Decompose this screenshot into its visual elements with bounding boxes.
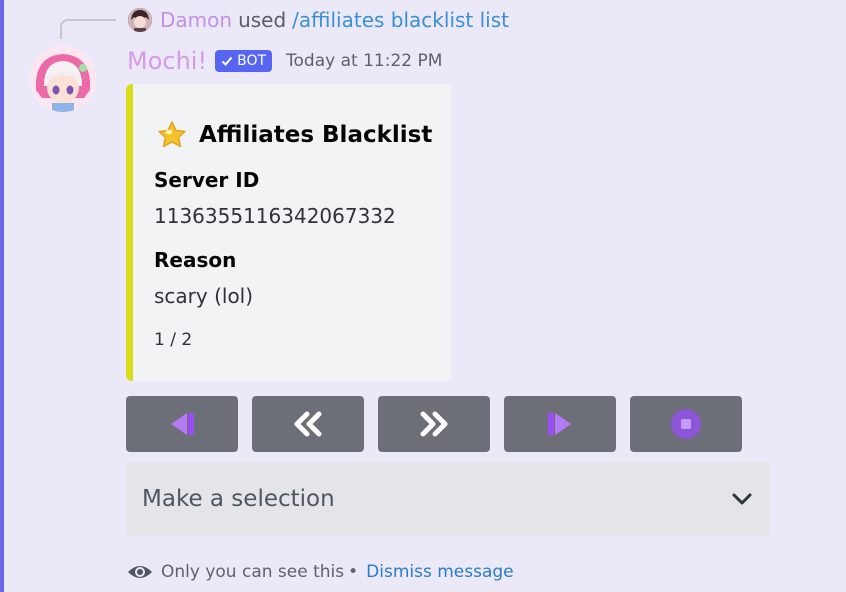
separator-dot: • — [348, 562, 359, 582]
embed-card: Affiliates Blacklist Server ID 113635511… — [126, 84, 451, 381]
double-chevron-right-icon — [420, 411, 448, 437]
bot-avatar[interactable] — [30, 46, 96, 112]
stop-button[interactable] — [630, 396, 742, 452]
eye-icon — [127, 562, 153, 582]
field-name-reason: Reason — [154, 248, 237, 272]
bot-badge: BOT — [215, 50, 273, 72]
field-name-server-id: Server ID — [154, 168, 260, 192]
chevron-down-icon — [732, 493, 752, 505]
double-chevron-left-icon — [294, 411, 322, 437]
reply-context[interactable]: Damon used /affiliates blacklist list — [128, 6, 509, 34]
reply-username[interactable]: Damon — [160, 8, 232, 32]
bot-badge-label: BOT — [237, 53, 267, 69]
message-timestamp: Today at 11:22 PM — [286, 51, 443, 71]
field-value-server-id: 1136355116342067332 — [154, 204, 396, 228]
ephemeral-text: Only you can see this — [161, 562, 345, 582]
embed-title-row: Affiliates Blacklist — [155, 118, 432, 152]
first-page-button[interactable] — [126, 396, 238, 452]
user-avatar[interactable] — [128, 8, 152, 32]
embed-footer-page-indicator: 1 / 2 — [154, 330, 193, 350]
ephemeral-notice: Only you can see this • Dismiss message — [127, 559, 514, 585]
embed-title: Affiliates Blacklist — [199, 122, 433, 148]
stop-icon — [671, 409, 701, 439]
message-highlight-bar — [0, 0, 4, 592]
field-value-reason: scary (lol) — [154, 284, 254, 308]
star-icon — [158, 121, 186, 148]
select-menu[interactable]: Make a selection — [126, 462, 770, 536]
select-placeholder: Make a selection — [142, 486, 335, 512]
bot-username[interactable]: Mochi! — [127, 47, 207, 75]
last-page-button[interactable] — [504, 396, 616, 452]
last-page-icon — [548, 413, 571, 435]
reply-used-text: used — [238, 8, 287, 32]
previous-page-button[interactable] — [252, 396, 364, 452]
reply-connector — [60, 19, 116, 39]
checkmark-icon — [221, 56, 233, 66]
slash-command-link[interactable]: /affiliates blacklist list — [292, 8, 509, 32]
first-page-icon — [171, 413, 194, 435]
message-header: Mochi! BOT Today at 11:22 PM — [127, 44, 442, 78]
next-page-button[interactable] — [378, 396, 490, 452]
dismiss-message-link[interactable]: Dismiss message — [366, 562, 513, 582]
